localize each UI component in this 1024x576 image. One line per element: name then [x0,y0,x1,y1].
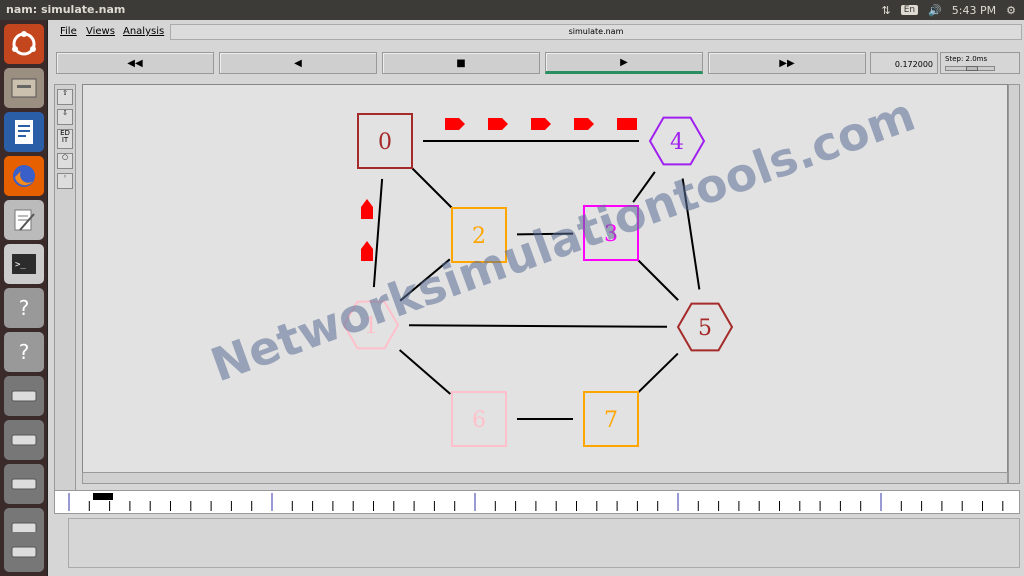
stop-button[interactable]: ■ [382,52,540,74]
node-label-3: 3 [604,222,618,247]
clock[interactable]: 5:43 PM [952,4,996,17]
node-label-5: 5 [698,316,712,341]
top-panel: nam: simulate.nam ⇅ En 🔊 5:43 PM ⚙ [0,0,1024,20]
packet [531,118,551,130]
link-0-1[interactable] [372,178,384,288]
svg-text:>_: >_ [15,260,26,270]
step-control: Step: 2.0ms [940,52,1020,74]
node-1[interactable]: 1 [342,300,400,350]
trash-icon[interactable] [4,532,44,572]
node-label-0: 0 [378,130,392,155]
menu-bar: File Views Analysis simulate.nam [48,20,1024,44]
launcher: >_ ? ? [0,20,48,576]
vertical-scrollbar[interactable] [1008,84,1020,484]
nam-window: File Views Analysis simulate.nam ◀◀ ◀ ■ … [48,20,1024,576]
zoom-out-icon[interactable]: ⇩ [57,109,73,125]
window-title: nam: simulate.nam [6,3,126,16]
firefox-icon[interactable] [4,156,44,196]
link-2-1[interactable] [399,258,451,302]
node-0[interactable]: 0 [357,113,413,169]
drive-icon[interactable] [4,420,44,460]
settings-gear-icon[interactable]: ⚙ [1006,4,1016,17]
network-canvas[interactable]: 01234567 Networksimulationtools.com [82,84,1008,484]
fast-forward-button[interactable]: ▶▶ [708,52,866,74]
node-label-1: 1 [364,314,378,339]
packet [361,199,373,219]
edit-button[interactable]: ED IT [57,129,73,149]
drive-icon[interactable] [4,376,44,416]
unknown-app-icon[interactable]: ? [4,332,44,372]
timeline-marker[interactable] [93,493,113,500]
keyboard-indicator[interactable]: En [900,5,919,15]
packet [488,118,508,130]
text-editor-icon[interactable] [4,200,44,240]
time-display: 0.172000 [870,52,938,74]
node-label-4: 4 [670,130,684,155]
node-4[interactable]: 4 [648,116,706,166]
link-3-5[interactable] [637,259,679,301]
volume-icon[interactable]: 🔊 [928,4,942,17]
step-slider[interactable] [945,66,995,71]
rewind-button[interactable]: ◀◀ [56,52,214,74]
small-circle-tool-icon[interactable]: ◦ [57,173,73,189]
file-manager-icon[interactable] [4,68,44,108]
timeline-bar[interactable] [54,490,1020,514]
writer-document-icon[interactable] [4,112,44,152]
menu-file[interactable]: File [60,26,77,37]
timeline-ticks [68,493,1004,511]
step-label: Step: 2.0ms [945,55,988,63]
packet [617,118,637,130]
packet [361,241,373,261]
node-7[interactable]: 7 [583,391,639,447]
file-name-label: simulate.nam [170,24,1022,40]
packet [574,118,594,130]
link-7-5[interactable] [637,352,679,394]
menu-analysis[interactable]: Analysis [123,26,164,37]
unknown-app-icon[interactable]: ? [4,288,44,328]
link-1-5[interactable] [408,324,668,328]
side-toolbar: ⇧ ⇩ ED IT ○ ◦ [54,84,76,504]
link-4-5[interactable] [681,178,701,290]
packet [445,118,465,130]
drive-icon[interactable] [4,464,44,504]
node-5[interactable]: 5 [676,302,734,352]
terminal-icon[interactable]: >_ [4,244,44,284]
zoom-in-icon[interactable]: ⇧ [57,89,73,105]
link-2-3[interactable] [516,232,574,236]
link-1-6[interactable] [399,349,451,395]
node-3[interactable]: 3 [583,205,639,261]
horizontal-scrollbar[interactable] [82,472,1008,484]
link-3-4[interactable] [632,171,656,203]
link-0-2[interactable] [411,167,453,209]
step-back-button[interactable]: ◀ [219,52,377,74]
network-graph: 0 1 2 3 4 5 6 7 [342,113,734,447]
node-label-7: 7 [604,408,618,433]
circle-tool-icon[interactable]: ○ [57,153,73,169]
slider-handle[interactable] [966,66,978,71]
network-icon[interactable]: ⇅ [881,4,890,17]
node-6[interactable]: 6 [451,391,507,447]
ubuntu-dash-icon[interactable] [4,24,44,64]
node-label-6: 6 [472,408,486,433]
node-label-2: 2 [472,224,486,249]
node-2[interactable]: 2 [451,207,507,263]
menu-views[interactable]: Views [86,26,115,37]
play-button[interactable]: ▶ [545,52,703,74]
annotation-panel [68,518,1020,568]
system-tray: ⇅ En 🔊 5:43 PM ⚙ [881,0,1024,20]
